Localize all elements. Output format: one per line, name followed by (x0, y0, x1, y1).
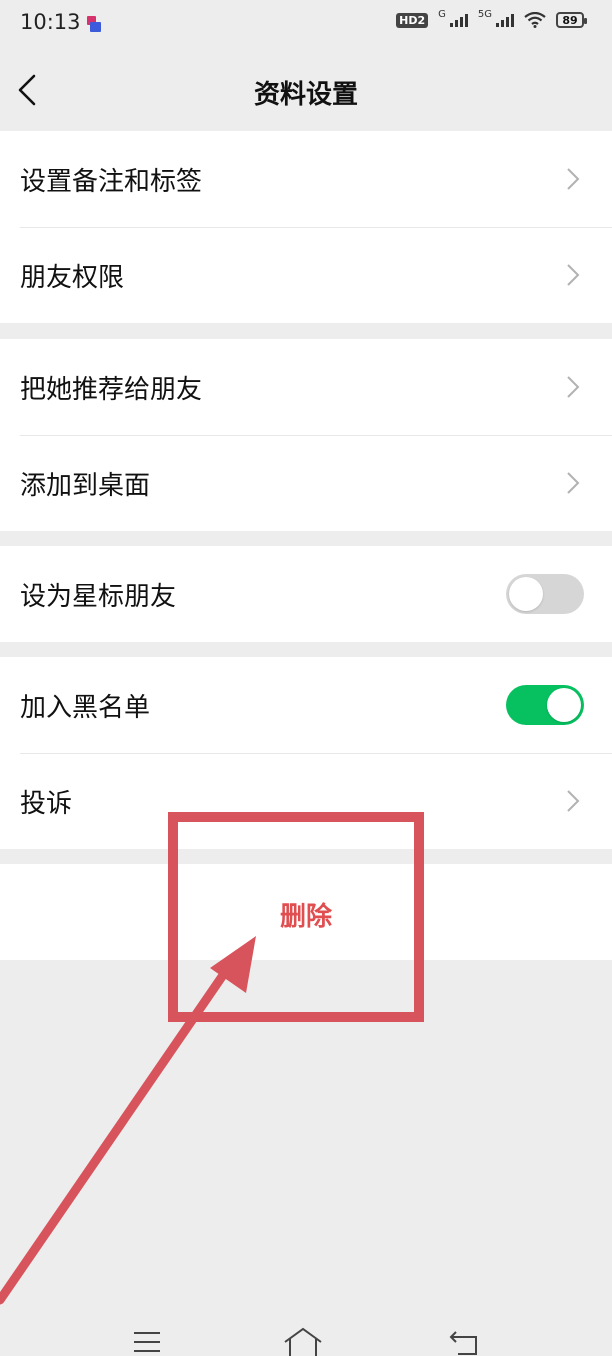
chevron-right-icon (567, 376, 580, 398)
settings-group-1: 设置备注和标签 朋友权限 (0, 131, 612, 323)
home-icon[interactable] (282, 1326, 324, 1356)
settings-group-2: 把她推荐给朋友 添加到桌面 (0, 339, 612, 531)
row-label: 把她推荐给朋友 (20, 374, 203, 405)
nav-bar: 资料设置 (0, 50, 612, 130)
signal-icon (449, 13, 468, 27)
page-title: 资料设置 (253, 80, 358, 110)
row-friend-permissions[interactable]: 朋友权限 (0, 227, 612, 323)
row-label: 加入黑名单 (20, 692, 151, 723)
star-friend-toggle[interactable] (506, 574, 584, 614)
chevron-right-icon (567, 790, 580, 812)
row-set-remark-tags[interactable]: 设置备注和标签 (0, 131, 612, 227)
row-add-to-desktop[interactable]: 添加到桌面 (0, 435, 612, 531)
network-label-g: G (438, 8, 446, 20)
network-label-5g: 5G (477, 8, 492, 20)
toggle-knob (547, 688, 581, 722)
row-recommend-to-friend[interactable]: 把她推荐给朋友 (0, 339, 612, 435)
back-arrow-icon[interactable] (448, 1328, 480, 1356)
row-label: 投诉 (20, 788, 73, 819)
system-nav-bar (0, 1318, 612, 1356)
status-bar: 10:13 HD2 G 5G 89 (0, 0, 612, 50)
row-label: 朋友权限 (20, 262, 125, 293)
annotation-highlight-box (168, 812, 424, 1022)
blacklist-toggle[interactable] (506, 685, 584, 725)
signal-icon (496, 13, 514, 27)
chevron-right-icon (567, 472, 580, 494)
row-add-to-blacklist: 加入黑名单 (0, 657, 612, 753)
battery-icon: 89 (556, 12, 587, 28)
chevron-right-icon (567, 264, 580, 286)
status-time: 10:13 (20, 10, 81, 34)
row-star-friend: 设为星标朋友 (0, 546, 612, 642)
settings-group-3: 设为星标朋友 (0, 546, 612, 642)
status-indicators: HD2 G 5G 89 (396, 8, 587, 28)
menu-icon[interactable] (132, 1330, 162, 1354)
row-label: 添加到桌面 (20, 470, 151, 501)
row-label: 设为星标朋友 (20, 581, 177, 612)
chevron-right-icon (567, 168, 580, 190)
row-label: 设置备注和标签 (20, 166, 203, 197)
hd-badge: HD2 (396, 12, 429, 28)
wifi-icon (524, 12, 546, 28)
toggle-knob (509, 577, 543, 611)
app-notification-icon (87, 16, 101, 32)
